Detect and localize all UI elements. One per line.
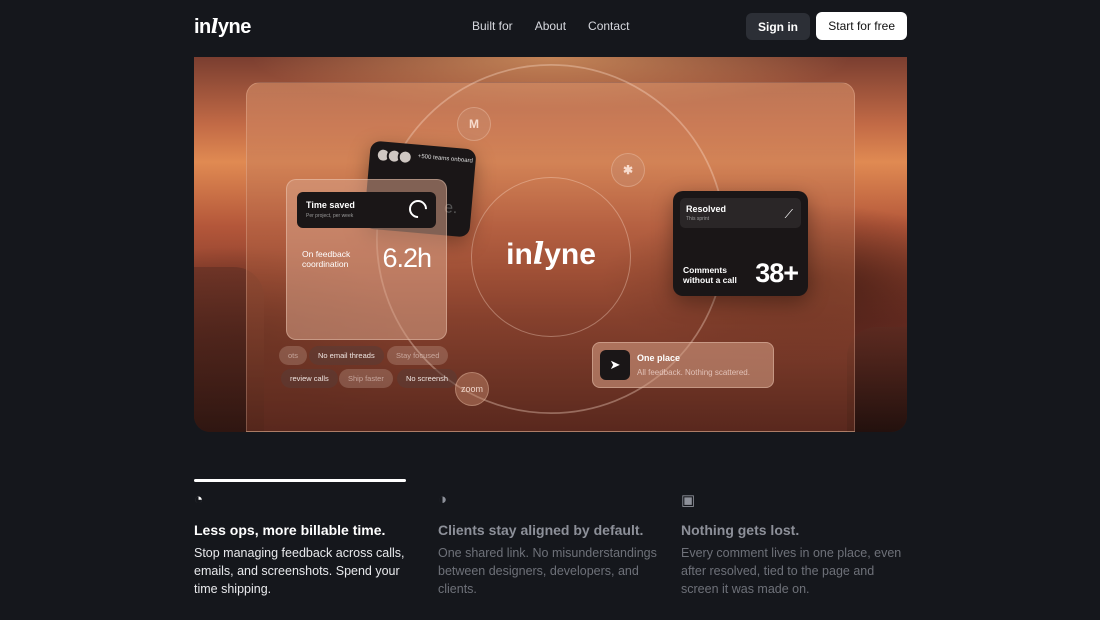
resolved-subtitle: This sprint xyxy=(686,216,710,222)
nav-link-built-for[interactable]: Built for xyxy=(472,19,513,33)
time-saved-label: On feedback coordination xyxy=(302,249,351,269)
feature-title: Nothing gets lost. xyxy=(681,522,800,538)
time-saved-header: Time saved Per project, per week xyxy=(297,192,436,228)
trend-up-icon: ⟋ xyxy=(784,207,793,221)
nav-link-contact[interactable]: Contact xyxy=(588,19,629,33)
pill: No screensh xyxy=(397,369,458,388)
overlap-circles-icon: ◑ xyxy=(438,491,448,508)
pill: Ship faster xyxy=(339,369,393,388)
resolved-title: Resolved xyxy=(686,204,727,214)
cursor-icon: ➤ xyxy=(600,350,630,380)
zoom-icon: zoom xyxy=(455,372,489,406)
pill: review calls xyxy=(281,369,338,388)
time-saved-subtitle: Per project, per week xyxy=(306,213,354,219)
nav-links: Built for About Contact xyxy=(472,19,629,33)
feature-title: Less ops, more billable time. xyxy=(194,522,386,538)
comment-check-icon: ▣ xyxy=(681,492,696,509)
sign-in-button[interactable]: Sign in xyxy=(746,13,810,40)
resolved-value: 38+ xyxy=(755,258,799,288)
timer-icon xyxy=(405,196,431,222)
pill: Stay focused xyxy=(387,346,449,365)
feature-text: One shared link. No misunderstandings be… xyxy=(438,546,657,596)
gmail-icon: M xyxy=(457,107,491,141)
feature-text: Stop managing feedback across calls, ema… xyxy=(194,546,405,596)
rock-right xyxy=(847,327,907,432)
resolved-header: Resolved This sprint ⟋ xyxy=(680,198,801,228)
feature-progress-bar xyxy=(194,479,406,482)
time-saved-card: Time saved Per project, per week On feed… xyxy=(279,179,458,388)
nav-link-about[interactable]: About xyxy=(535,19,566,33)
clock-icon: ◔ xyxy=(194,491,204,508)
time-saved-value: 6.2h xyxy=(382,243,432,273)
feature-text: Every comment lives in one place, even a… xyxy=(681,546,902,596)
top-nav: inlyne Built for About Contact Sign in S… xyxy=(194,12,907,40)
resolved-label: Comments without a call xyxy=(683,265,737,285)
start-for-free-button[interactable]: Start for free xyxy=(816,12,907,40)
pill: ots xyxy=(279,346,308,365)
center-logo: inlyne xyxy=(471,177,631,337)
feature-billable-time[interactable]: ◔ Less ops, more billable time. Stop man… xyxy=(194,491,419,598)
logo[interactable]: inlyne xyxy=(194,14,251,39)
one-place-title: One place xyxy=(637,353,681,363)
time-saved-title: Time saved xyxy=(306,200,355,210)
feature-title: Clients stay aligned by default. xyxy=(438,522,644,538)
avatar xyxy=(397,148,414,166)
resolved-card: Resolved This sprint ⟋ Comments without … xyxy=(673,191,808,296)
feature-nothing-lost[interactable]: ▣ Nothing gets lost. Every comment lives… xyxy=(681,491,906,598)
one-place-card: ➤ One place All feedback. Nothing scatte… xyxy=(592,342,774,388)
pill: No email threads xyxy=(309,346,384,365)
one-place-subtitle: All feedback. Nothing scattered. xyxy=(637,368,750,377)
hero-image: M ✱ zoom inlyne +500 teams onboard e. Ti… xyxy=(194,57,907,432)
feature-clients-aligned[interactable]: ◑ Clients stay aligned by default. One s… xyxy=(438,491,663,598)
avatar-group xyxy=(375,147,414,166)
onboard-text: +500 teams onboard xyxy=(417,153,474,165)
center-logo-text: inlyne xyxy=(506,237,596,272)
